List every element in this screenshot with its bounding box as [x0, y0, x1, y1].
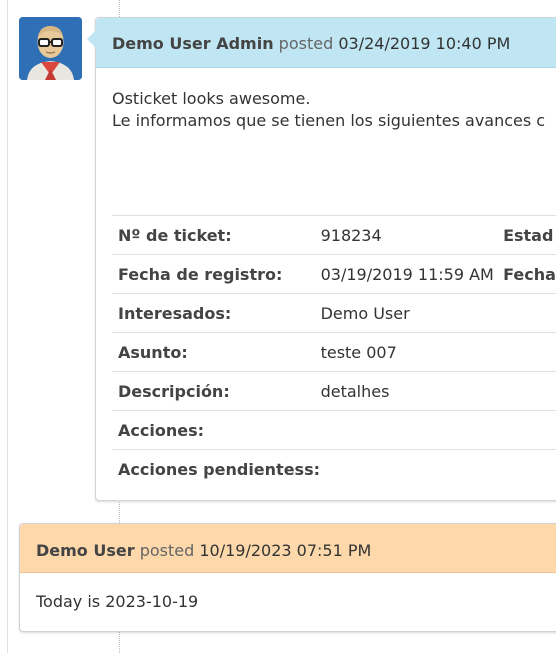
table-row: Nº de ticket: 918234 Estad — [112, 215, 556, 255]
row-value — [320, 449, 504, 488]
staff-avatar-icon — [19, 17, 82, 80]
entry-body: Today is 2023-10-19 — [36, 592, 199, 611]
row-label-2: Estad — [503, 215, 556, 255]
table-row: Acciones pendientess: — [112, 449, 556, 488]
table-row: Acciones: — [112, 410, 556, 450]
row-label-2: Fecha — [503, 254, 556, 294]
row-label: Acciones pendientess: — [112, 449, 321, 488]
row-label-2 — [503, 332, 556, 372]
row-label: Asunto: — [112, 332, 321, 372]
row-label-2 — [503, 449, 556, 488]
thread-timeline-end — [119, 632, 120, 653]
posted-label: posted — [278, 34, 334, 53]
entry-datetime: 03/24/2019 10:40 PM — [338, 34, 511, 53]
row-value — [320, 410, 504, 450]
row-value: Demo User — [320, 293, 504, 333]
thread-timeline-top — [119, 0, 120, 17]
row-label: Nº de ticket: — [112, 215, 321, 255]
entry-author: Demo User Admin — [112, 34, 274, 53]
table-row: Interesados: Demo User — [112, 293, 556, 333]
row-label: Acciones: — [112, 410, 321, 450]
row-label-2 — [503, 293, 556, 333]
entry-author: Demo User — [36, 541, 135, 560]
row-label: Interesados: — [112, 293, 321, 333]
entry-pointer-arrow — [87, 30, 96, 48]
thread-entry-staff: Demo User Admin posted 03/24/2019 10:40 … — [87, 17, 556, 501]
row-value: teste 007 — [320, 332, 504, 372]
table-row: Fecha de registro: 03/19/2019 11:59 AM F… — [112, 254, 556, 294]
entry-body-line: Le informamos que se tienen los siguient… — [112, 111, 546, 130]
entry-header: Demo User Admin posted 03/24/2019 10:40 … — [96, 18, 556, 68]
entry-datetime: 10/19/2023 07:51 PM — [199, 541, 372, 560]
thread-entry-user: Demo User posted 10/19/2023 07:51 PM Tod… — [19, 523, 556, 632]
thread-timeline-bottom — [119, 500, 120, 523]
ticket-info-table: Nº de ticket: 918234 Estad Fecha de regi… — [112, 215, 556, 488]
row-label-2 — [503, 410, 556, 450]
row-value: 918234 — [320, 215, 504, 255]
left-border-line — [7, 0, 8, 653]
row-label-2 — [503, 371, 556, 411]
posted-label: posted — [139, 541, 195, 560]
row-label: Descripción: — [112, 371, 321, 411]
entry-body: Osticket looks awesome. Le informamos qu… — [96, 68, 556, 132]
row-value: detalhes — [320, 371, 504, 411]
row-value: 03/19/2019 11:59 AM — [320, 254, 504, 294]
table-row: Asunto: teste 007 — [112, 332, 556, 372]
entry-body-line: Osticket looks awesome. — [112, 89, 311, 108]
table-row: Descripción: detalhes — [112, 371, 556, 411]
row-label: Fecha de registro: — [112, 254, 321, 294]
entry-header: Demo User posted 10/19/2023 07:51 PM — [20, 524, 556, 573]
